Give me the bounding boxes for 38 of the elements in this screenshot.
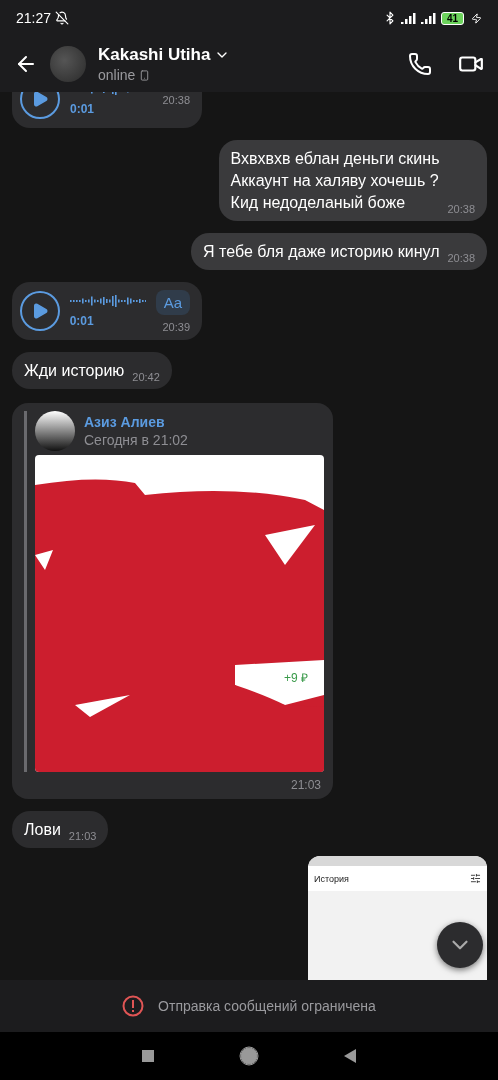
- voice-duration: 0:01: [70, 102, 96, 116]
- message-text: Аккаунт на халяву хочешь ?: [230, 171, 440, 191]
- message-time: 20:38: [447, 252, 475, 264]
- back-nav-button[interactable]: [343, 1049, 356, 1063]
- phone-device-icon: [139, 69, 151, 81]
- play-icon: [31, 92, 49, 108]
- message-text: Лови: [24, 820, 61, 840]
- message-text: Кид недоделаный боже: [230, 193, 407, 213]
- message-time: 21:03: [290, 778, 321, 792]
- author-avatar: [35, 411, 75, 451]
- screenshot-title: История: [314, 873, 349, 884]
- contact-name[interactable]: Kakashi Utiha: [98, 45, 211, 65]
- warning-icon: [122, 995, 145, 1017]
- play-button[interactable]: [20, 291, 60, 331]
- author-name[interactable]: Азиз Алиев: [84, 414, 188, 430]
- voice-duration: 0:01: [69, 314, 95, 328]
- mute-icon: [55, 11, 70, 25]
- message-time: 20:38: [162, 93, 190, 106]
- charging-icon: [471, 12, 482, 24]
- message-time: 20:39: [162, 321, 190, 333]
- message-time: 21:03: [68, 830, 97, 842]
- transcribe-button[interactable]: Aa: [155, 290, 190, 315]
- message-text: Вхвхвхв еблан деньги скинь: [230, 149, 440, 169]
- post-date: Сегодня в 21:02: [84, 432, 188, 448]
- recents-button[interactable]: [142, 1050, 155, 1062]
- message-time: 20:42: [132, 371, 160, 383]
- message-text: Я тебе бля даже историю кинул: [203, 242, 440, 262]
- filter-icon: [470, 873, 481, 884]
- restriction-notice: Отправка сообщений ограничена: [158, 998, 376, 1014]
- signal-icon: [400, 12, 437, 24]
- home-button[interactable]: [239, 1046, 259, 1066]
- call-button[interactable]: [408, 52, 432, 76]
- message-time: 20:38: [447, 203, 475, 215]
- status-time: 21:27: [16, 10, 52, 26]
- amount-text: +9 ₽: [284, 670, 308, 686]
- message-text: Жди историю: [24, 361, 125, 381]
- contact-status: online: [98, 67, 136, 83]
- battery-level: 41: [440, 11, 464, 25]
